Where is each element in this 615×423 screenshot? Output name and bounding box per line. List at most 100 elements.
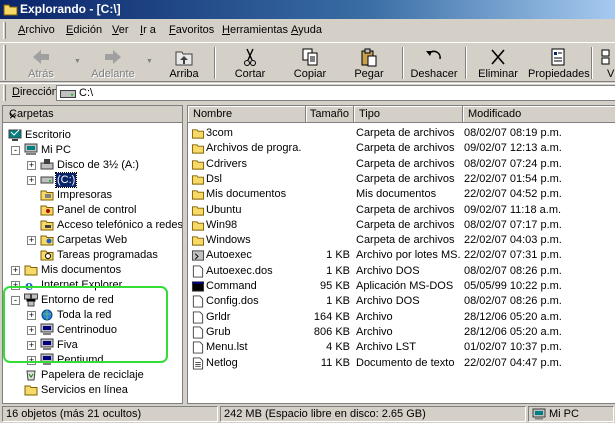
file-row[interactable]: Mis documentos Mis documentos 22/02/07 04:… (188, 187, 615, 202)
views-button[interactable]: V (595, 45, 615, 81)
forward-dropdown-icon[interactable]: ▼ (146, 58, 153, 65)
delete-label: Eliminar (478, 68, 518, 80)
file-row[interactable]: Grub 806 KB Archivo 28/12/06 05:20 a.m. (188, 325, 615, 340)
file-row[interactable]: Dsl Carpeta de archivos 22/02/07 01:54 p.m… (188, 172, 615, 187)
file-size: 1 KB (326, 295, 350, 308)
file-type: Carpeta de archivos (356, 234, 455, 247)
file-type: Carpeta de archivos (356, 218, 455, 231)
folders-pane-header: Carpetas × (3, 106, 182, 123)
scheduled-tasks-icon (40, 250, 54, 261)
control-panel-icon (40, 205, 54, 216)
tree-item-label: (C:) (54, 172, 78, 188)
status-object-count: 16 objetos (más 21 ocultos) (2, 406, 218, 422)
menu-herramientas[interactable]: Herramientas (222, 24, 288, 36)
close-icon[interactable]: × (9, 108, 178, 123)
file-row[interactable]: Command 95 KB Aplicación MS-DOS 05/05/99 10… (188, 279, 615, 294)
tree-expander-icon[interactable]: + (27, 236, 36, 245)
file-modified: 08/02/07 07:17 p.m. (464, 218, 562, 231)
up-button[interactable]: Arriba (155, 45, 213, 81)
toolbar-separator (214, 47, 216, 79)
file-row[interactable]: Win98 Carpeta de archivos 08/02/07 07:17 p… (188, 218, 615, 233)
back-arrow-icon (33, 50, 49, 64)
floppy-icon (40, 159, 54, 170)
file-type: Archivo DOS (356, 264, 420, 277)
file-row[interactable]: Ubuntu Carpeta de archivos 09/02/07 11:18 … (188, 203, 615, 218)
column-header-modified[interactable]: Modificado (463, 106, 615, 123)
menu-edicion[interactable]: Edición (66, 24, 102, 36)
network-highlight-ring (3, 286, 168, 363)
file-modified: 08/02/07 08:26 p.m. (464, 295, 562, 308)
file-row[interactable]: Menu.lst 4 KB Archivo LST 01/02/07 10:37 p.… (188, 340, 615, 355)
file-row[interactable]: Config.dos 1 KB Archivo DOS 08/02/07 08:26 … (188, 294, 615, 309)
cut-button[interactable]: Cortar (221, 45, 279, 81)
file-name: Ubuntu (206, 203, 242, 216)
file-size: 95 KB (320, 280, 350, 292)
file-name: Archivos de progra... (206, 142, 302, 155)
explorer-window: Explorando - [C:\] Archivo Edición Ver I… (0, 0, 615, 423)
menu-ir-a[interactable]: Ir a (140, 24, 156, 36)
copy-label: Copiar (293, 68, 327, 80)
file-name: Mis documentos (206, 188, 287, 201)
file-row[interactable]: Cdrivers Carpeta de archivos 08/02/07 07:2… (188, 157, 615, 172)
column-header-name[interactable]: Nombre (188, 106, 306, 123)
file-icon (192, 341, 204, 354)
file-type: Mis documentos (356, 188, 437, 201)
column-header-type[interactable]: Tipo (354, 106, 463, 123)
file-size: 4 KB (326, 341, 350, 354)
properties-icon (551, 48, 565, 66)
file-row[interactable]: Netlog 11 KB Documento de texto 22/02/07 04… (188, 356, 615, 371)
file-type: Aplicación MS-DOS (356, 280, 454, 292)
file-row[interactable]: Autoexec 1 KB Archivo por lotes MS... 22/02… (188, 248, 615, 263)
tree-expander-icon[interactable]: + (11, 266, 20, 275)
views-label: V (607, 68, 615, 80)
tree-expander-icon[interactable]: + (27, 176, 36, 185)
file-name: Grub (206, 325, 231, 338)
back-button[interactable]: Atrás (12, 45, 70, 81)
copy-button[interactable]: Copiar (281, 45, 339, 81)
menu-ver[interactable]: Ver (112, 24, 129, 36)
toolbar-grip[interactable] (3, 45, 6, 80)
file-row[interactable]: Autoexec.dos 1 KB Archivo DOS 08/02/07 08:2… (188, 264, 615, 279)
title-bar[interactable]: Explorando - [C:\] (0, 0, 615, 19)
tree-expander-icon[interactable]: + (27, 161, 36, 170)
my-computer-icon (532, 408, 546, 420)
file-type: Archivo (356, 310, 393, 323)
address-input[interactable]: C:\ (56, 85, 615, 101)
back-dropdown-icon[interactable]: ▼ (74, 58, 81, 65)
file-icon (192, 265, 204, 278)
menu-archivo[interactable]: Archivo (18, 24, 55, 36)
file-row[interactable]: Grldr 164 KB Archivo 28/12/06 05:20 a.m. (188, 310, 615, 325)
file-type: Archivo DOS (356, 295, 420, 308)
menu-favoritos[interactable]: Favoritos (169, 24, 214, 36)
file-modified: 22/02/07 01:54 p.m. (464, 172, 562, 185)
hard-drive-icon (40, 176, 54, 184)
column-header-size[interactable]: Tamaño (306, 106, 354, 123)
dialup-icon (40, 220, 54, 231)
file-row[interactable]: Windows Carpeta de archivos 22/02/07 04:03… (188, 233, 615, 248)
paste-button[interactable]: Pegar (340, 45, 398, 81)
folder-icon (191, 159, 205, 170)
file-type: Carpeta de archivos (356, 203, 455, 216)
file-modified: 01/02/07 10:37 p.m. (464, 341, 562, 354)
address-grip[interactable] (3, 85, 6, 101)
tree-item-label: Tareas programadas (57, 249, 158, 261)
cut-label: Cortar (234, 68, 266, 80)
standard-toolbar: Atrás ▼ Adelante ▼ Arriba Cortar Copiar … (0, 42, 615, 82)
delete-button[interactable]: Eliminar (469, 45, 527, 81)
menu-grip[interactable] (3, 22, 6, 39)
folder-icon (191, 205, 205, 216)
file-name: Autoexec.dos (206, 264, 273, 277)
file-row[interactable]: 3com Carpeta de archivos 08/02/07 08:19 p.… (188, 126, 615, 141)
file-modified: 22/02/07 04:03 p.m. (464, 234, 562, 247)
forward-button[interactable]: Adelante (84, 45, 142, 81)
forward-label: Adelante (91, 68, 135, 80)
tree-expander-icon[interactable]: - (11, 146, 20, 155)
file-size: 1 KB (326, 264, 350, 277)
properties-button[interactable]: Propiedades (528, 45, 590, 81)
file-row[interactable]: Archivos de progra... Carpeta de archivos… (188, 141, 615, 156)
file-name: Config.dos (206, 295, 259, 308)
undo-label: Deshacer (410, 68, 458, 80)
paste-label: Pegar (354, 68, 384, 80)
menu-ayuda[interactable]: Ayuda (291, 24, 322, 36)
undo-button[interactable]: Deshacer (405, 45, 463, 81)
